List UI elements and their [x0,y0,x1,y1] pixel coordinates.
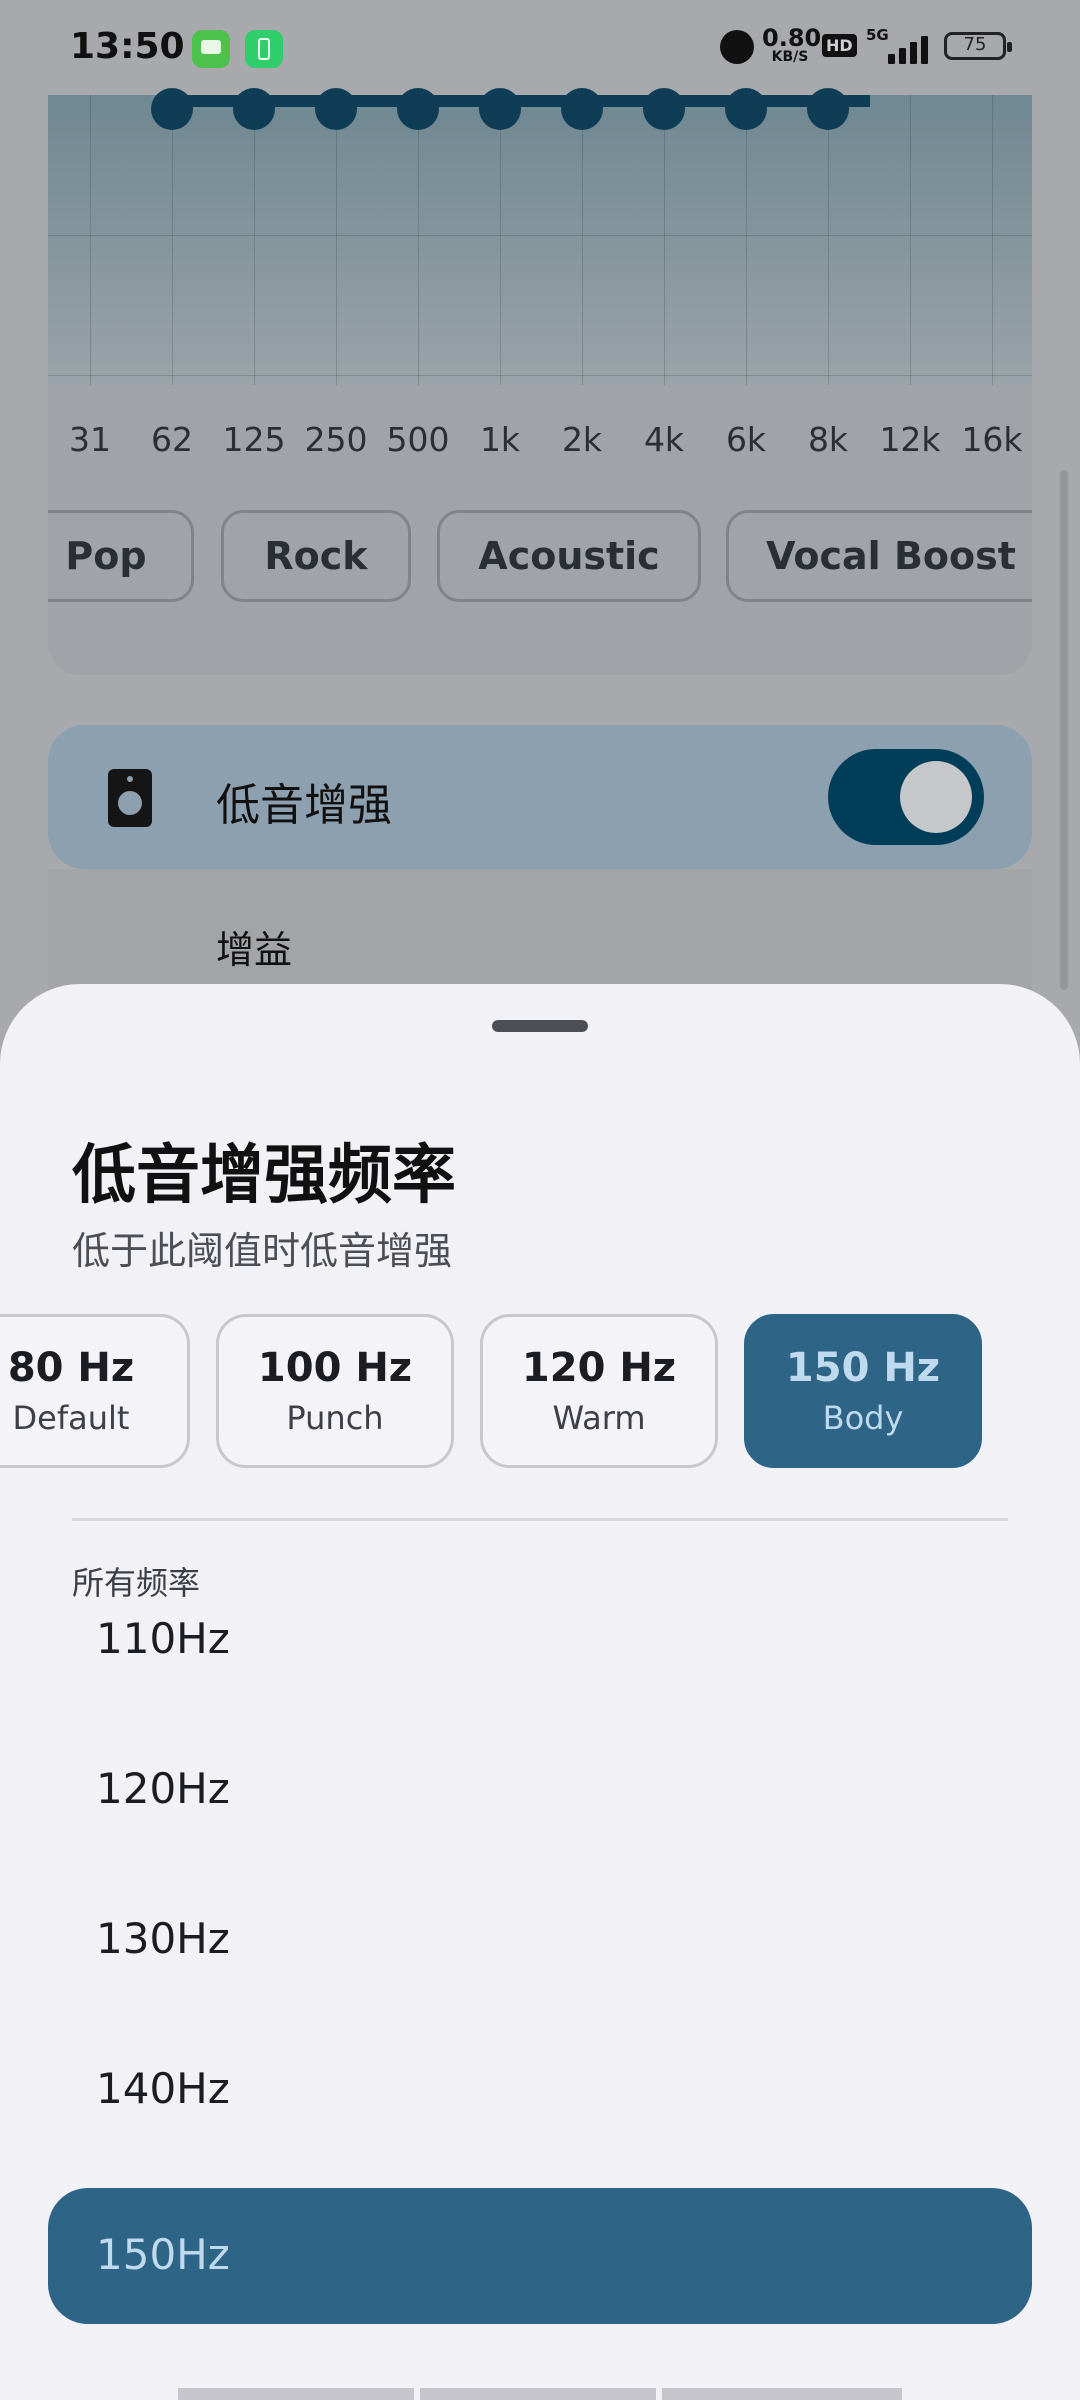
quick-frequency-chip-100[interactable]: 100 Hz Punch [216,1314,454,1468]
grid-line [336,95,337,385]
screen: 13:50 0.80 KB/S HD 5G 75 31 62 125 250 500 1k… [0,0,1080,2400]
network-speed: 0.80 KB/S [762,24,822,65]
frequency-tick-label: 500 [386,420,450,459]
equalizer-band-handle[interactable] [807,88,849,130]
battery-level: 75 [963,34,987,55]
preset-chip-label: Acoustic [478,534,660,578]
frequency-item-140[interactable]: 140Hz [48,2034,1032,2184]
frequency-tick-label: 31 [69,420,111,459]
network-speed-value: 0.80 [762,24,822,52]
gesture-navigation-bar[interactable] [178,2388,902,2400]
frequency-tick-label: 12k [879,420,941,459]
frequency-tick-label: 4k [643,420,685,459]
frequency-list: 110Hz 120Hz 130Hz 140Hz 150Hz [48,1584,1032,2324]
gain-label: 增益 [216,928,293,972]
quick-frequency-chip-120[interactable]: 120 Hz Warm [480,1314,718,1468]
grid-line [828,95,829,385]
sheet-subtitle: 低于此阈值时低音增强 [72,1229,453,1273]
preset-chip-label: Pop [65,534,147,578]
frequency-tick-label: 16k [961,420,1023,459]
frequency-tick-label: 2k [561,420,603,459]
equalizer-band-handle[interactable] [725,88,767,130]
frequency-item-150[interactable]: 150Hz [48,2188,1032,2324]
chip-tag: Warm [552,1399,646,1437]
status-bar: 13:50 0.80 KB/S HD 5G 75 [0,0,1080,95]
signal-icon [880,34,928,64]
equalizer-graph[interactable] [48,95,1032,385]
preset-chip-acoustic[interactable]: Acoustic [437,510,701,602]
frequency-tick-label: 8k [807,420,849,459]
frequency-item-120[interactable]: 120Hz [48,1734,1032,1884]
frequency-tick-label: 250 [304,420,368,459]
frequency-item-label: 140Hz [96,2064,230,2113]
preset-chips: Pop Rock Acoustic Vocal Boost [48,510,1032,606]
grid-line [746,95,747,385]
equalizer-band-handle[interactable] [233,88,275,130]
grid-line [582,95,583,385]
grid-line [254,95,255,385]
equalizer-band-handle[interactable] [479,88,521,130]
chip-tag: Punch [286,1399,384,1437]
bass-boost-row[interactable]: 低音增强 [48,725,1032,869]
frequency-item-130[interactable]: 130Hz [48,1884,1032,2034]
chat-app-icon [192,30,230,68]
equalizer-band-handle[interactable] [643,88,685,130]
bass-boost-toggle[interactable] [828,749,984,845]
frequency-item-label: 150Hz [96,2230,230,2279]
grid-line [90,95,91,385]
equalizer-band-handle[interactable] [151,88,193,130]
frequency-tick-label: 6k [725,420,767,459]
sheet-title: 低音增强频率 [72,1139,456,1213]
chip-frequency: 80 Hz [7,1345,135,1391]
battery-icon: 75 [944,32,1012,60]
page-scrollbar[interactable] [1060,470,1068,990]
alarm-icon [720,30,754,64]
quick-frequency-chip-150[interactable]: 150 Hz Body [744,1314,982,1468]
hd-badge: HD [822,34,857,57]
bass-boost-label: 低音增强 [216,780,392,831]
equalizer-band-handle[interactable] [397,88,439,130]
preset-chip-vocal-boost[interactable]: Vocal Boost [726,510,1032,602]
preset-chip-label: Vocal Boost [766,534,1016,578]
quick-frequency-chips: 80 Hz Default 100 Hz Punch 120 Hz Warm 1… [0,1314,1080,1474]
grid-line [172,95,173,385]
grid-line [664,95,665,385]
grid-line [910,95,911,385]
chip-tag: Default [12,1399,130,1437]
grid-line [500,95,501,385]
equalizer-frequency-labels: 31 62 125 250 500 1k 2k 4k 6k 8k 12k 16k [48,420,1032,470]
chip-frequency: 150 Hz [785,1345,941,1391]
battery-saver-app-icon [245,30,283,68]
bass-frequency-sheet: 低音增强频率 低于此阈值时低音增强 80 Hz Default 100 Hz P… [0,984,1080,2400]
speaker-icon [108,769,152,827]
quick-frequency-chip-80[interactable]: 80 Hz Default [0,1314,190,1468]
preset-chip-rock[interactable]: Rock [221,510,411,602]
grid-line [992,95,993,385]
chip-tag: Body [822,1399,904,1437]
preset-chip-label: Rock [264,534,368,578]
chip-frequency: 120 Hz [521,1345,677,1391]
frequency-tick-label: 1k [479,420,521,459]
frequency-item-label: 110Hz [96,1614,230,1663]
equalizer-band-handle[interactable] [561,88,603,130]
preset-chip-pop[interactable]: Pop [48,510,194,602]
grid-line [418,95,419,385]
equalizer-band-handle[interactable] [315,88,357,130]
network-speed-unit: KB/S [771,49,809,65]
frequency-tick-label: 125 [222,420,286,459]
section-divider [72,1518,1008,1521]
chip-frequency: 100 Hz [257,1345,413,1391]
frequency-item-110[interactable]: 110Hz [48,1584,1032,1734]
status-time: 13:50 [70,26,185,67]
frequency-item-label: 120Hz [96,1764,230,1813]
sheet-drag-handle[interactable] [492,1020,588,1032]
frequency-tick-label: 62 [151,420,193,459]
toggle-knob [900,761,972,833]
frequency-item-label: 130Hz [96,1914,230,1963]
